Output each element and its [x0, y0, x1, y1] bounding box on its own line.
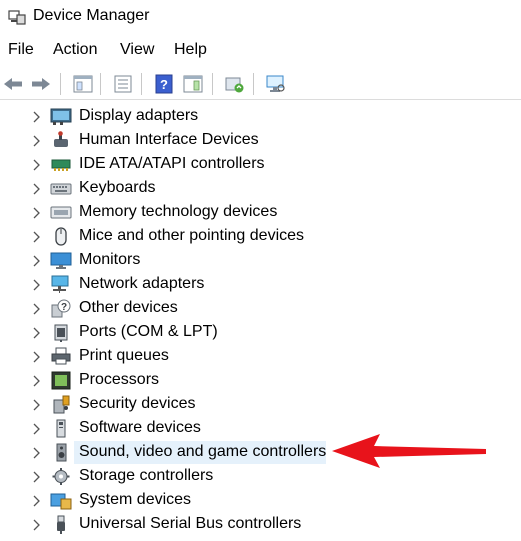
system-devices-icon [50, 493, 72, 510]
tree-item-label: Network adapters [79, 275, 205, 292]
tree-item-label: Software devices [79, 419, 201, 436]
tree-item-label: Processors [79, 371, 160, 388]
chevron-right-icon[interactable] [30, 183, 42, 195]
tree-item-label: Storage controllers [79, 467, 214, 484]
chevron-right-icon[interactable] [30, 519, 42, 531]
hid-icon [54, 131, 68, 147]
keyboard-icon [50, 183, 72, 195]
monitor-icon [50, 252, 72, 269]
tree-item-label: Monitors [79, 251, 141, 268]
tree-item-label: System devices [79, 491, 192, 508]
tree-item-label: IDE ATA/ATAPI controllers [79, 155, 265, 172]
tree-item-label: Sound, video and game controllers [79, 443, 327, 460]
update-driver-icon[interactable] [224, 73, 246, 95]
annotation-arrow-icon [332, 434, 486, 468]
chevron-right-icon[interactable] [30, 279, 42, 291]
tree-item-label: Human Interface Devices [79, 131, 259, 148]
window-title: Device Manager [33, 7, 150, 24]
properties-icon[interactable] [112, 73, 134, 95]
network-adapter-icon [51, 275, 69, 293]
tree-item-network-adapters[interactable]: Network adapters [0, 273, 521, 296]
tree-item-label: Print queues [79, 347, 169, 364]
tree-item-label: Memory technology devices [79, 203, 278, 220]
chevron-right-icon[interactable] [30, 207, 42, 219]
port-icon [54, 324, 68, 342]
tree-item-system-devices[interactable]: System devices [0, 489, 521, 512]
toolbar: ? [0, 67, 521, 100]
chevron-right-icon[interactable] [30, 303, 42, 315]
chevron-right-icon[interactable] [30, 159, 42, 171]
chevron-right-icon[interactable] [30, 351, 42, 363]
speaker-icon [56, 443, 67, 462]
tree-item-label: Universal Serial Bus controllers [79, 515, 302, 532]
tree-item-universal-serial-bus-controllers[interactable]: Universal Serial Bus controllers [0, 513, 521, 536]
chevron-right-icon[interactable] [30, 423, 42, 435]
tree-item-label: Keyboards [79, 179, 156, 196]
svg-text:?: ? [160, 77, 168, 92]
tree-item-label: Mice and other pointing devices [79, 227, 305, 244]
tree-item-label: Ports (COM & LPT) [79, 323, 218, 340]
processor-icon [51, 371, 71, 390]
tree-item-processors[interactable]: Processors [0, 369, 521, 392]
menu-help[interactable]: Help [174, 41, 207, 59]
chevron-right-icon[interactable] [30, 135, 42, 147]
tree-item-memory-technology-devices[interactable]: Memory technology devices [0, 201, 521, 224]
printer-icon [51, 347, 71, 365]
device-manager-icon [8, 10, 26, 25]
storage-controller-icon [52, 468, 70, 485]
svg-text:?: ? [61, 302, 67, 313]
title-bar: Device Manager [0, 0, 521, 34]
chevron-right-icon[interactable] [30, 495, 42, 507]
memory-device-icon [50, 206, 72, 219]
mouse-icon [55, 227, 67, 246]
scan-hardware-icon[interactable] [265, 73, 287, 95]
menu-bar: File Action View Help [0, 38, 521, 62]
tree-item-display-adapters[interactable]: Display adapters [0, 105, 521, 128]
tree-item-security-devices[interactable]: Security devices [0, 393, 521, 416]
usb-icon [57, 515, 65, 534]
tree-item-label: Security devices [79, 395, 196, 412]
back-arrow-icon[interactable] [2, 73, 24, 95]
tree-item-mice-and-other-pointing-devices[interactable]: Mice and other pointing devices [0, 225, 521, 248]
tree-item-print-queues[interactable]: Print queues [0, 345, 521, 368]
chevron-right-icon[interactable] [30, 255, 42, 267]
chevron-right-icon[interactable] [30, 111, 42, 123]
chevron-right-icon[interactable] [30, 447, 42, 459]
chevron-right-icon[interactable] [30, 327, 42, 339]
tree-item-human-interface-devices[interactable]: Human Interface Devices [0, 129, 521, 152]
security-device-icon [53, 395, 70, 414]
tree-item-ide-ata-atapi-controllers[interactable]: IDE ATA/ATAPI controllers [0, 153, 521, 176]
other-devices-icon: ? [51, 299, 71, 318]
help-icon[interactable]: ? [153, 73, 175, 95]
software-device-icon [56, 419, 66, 438]
tree-item-other-devices[interactable]: ? Other devices [0, 297, 521, 320]
tree-item-ports-com-lpt[interactable]: Ports (COM & LPT) [0, 321, 521, 344]
tree-item-label: Other devices [79, 299, 178, 316]
menu-view[interactable]: View [120, 41, 154, 59]
forward-arrow-icon[interactable] [30, 73, 52, 95]
action-pane-icon[interactable] [182, 73, 204, 95]
tree-item-label: Display adapters [79, 107, 199, 124]
menu-action[interactable]: Action [53, 41, 97, 59]
show-hide-tree-icon[interactable] [72, 73, 94, 95]
chevron-right-icon[interactable] [30, 471, 42, 483]
chevron-right-icon[interactable] [30, 399, 42, 411]
menu-file[interactable]: File [8, 41, 34, 59]
chevron-right-icon[interactable] [30, 231, 42, 243]
tree-item-keyboards[interactable]: Keyboards [0, 177, 521, 200]
ide-controller-icon [51, 159, 71, 171]
display-adapter-icon [50, 108, 72, 125]
tree-item-monitors[interactable]: Monitors [0, 249, 521, 272]
chevron-right-icon[interactable] [30, 375, 42, 387]
